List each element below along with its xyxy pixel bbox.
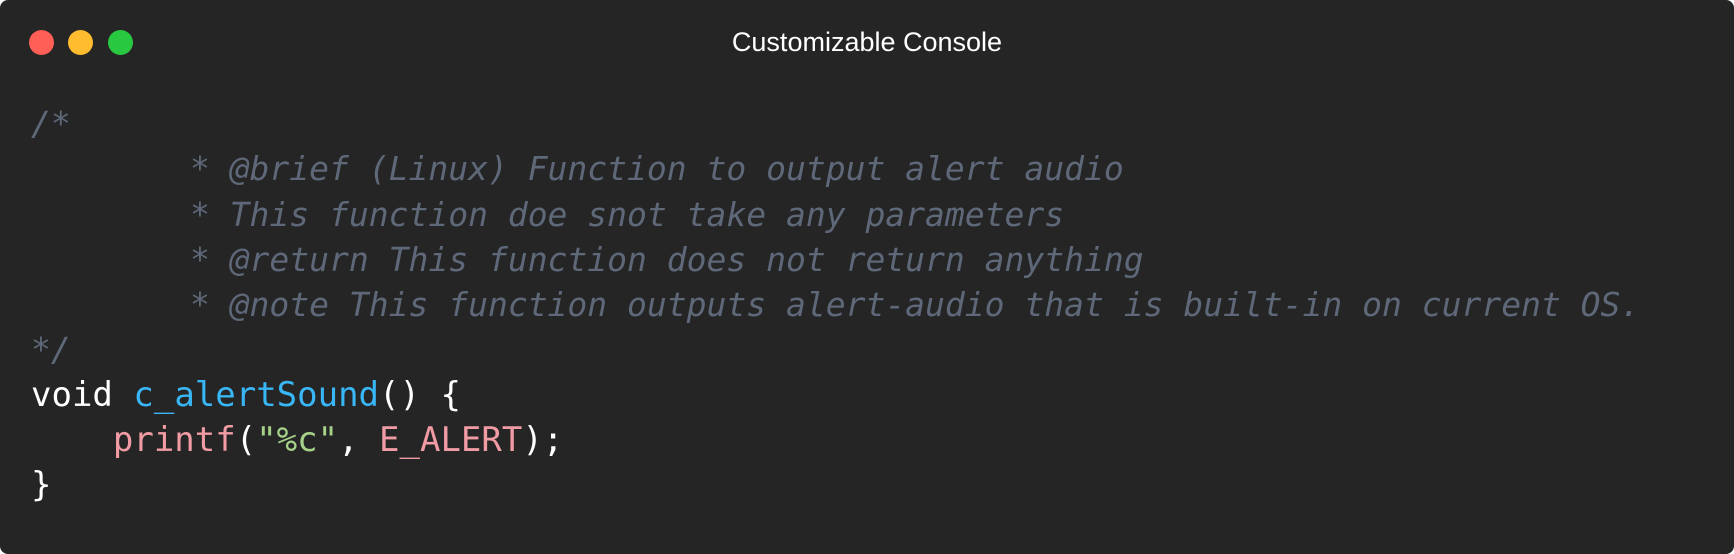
argument-separator: , [338, 420, 380, 461]
printf-call: printf [112, 420, 236, 461]
signature-space [113, 375, 133, 415]
function-signature: void c_alertSound() { [31, 373, 1640, 418]
body-indent [31, 420, 113, 460]
comment-close: */ [31, 330, 71, 370]
console-window: Customizable Console /* * @brief (Linux)… [0, 0, 1734, 554]
call-close: ); [522, 420, 564, 461]
code-block[interactable]: /* * @brief (Linux) Function to output a… [31, 101, 1640, 509]
return-type: void [31, 374, 113, 415]
comment-open: /* [31, 104, 71, 143]
close-brace: } [31, 465, 52, 506]
function-name: c_alertSound [133, 374, 380, 415]
function-params: () [379, 374, 420, 415]
comment-return: * @return This function does not return … [31, 239, 1144, 279]
window-title: Customizable Console [731, 27, 1003, 57]
comment-note: * @note This function outputs alert-audi… [31, 285, 1641, 325]
open-brace: { [419, 374, 461, 415]
comment-parameters: * This function doe snot take any parame… [31, 194, 1065, 234]
call-open-paren: ( [235, 420, 257, 461]
function-body-line: printf("%c", E_ALERT); [31, 418, 1640, 463]
comment-brief: * @brief (Linux) Function to output aler… [31, 149, 1124, 189]
alert-constant: E_ALERT [379, 420, 523, 461]
format-string: "%c" [256, 420, 339, 461]
title-bar: Customizable Console [0, 0, 1734, 84]
